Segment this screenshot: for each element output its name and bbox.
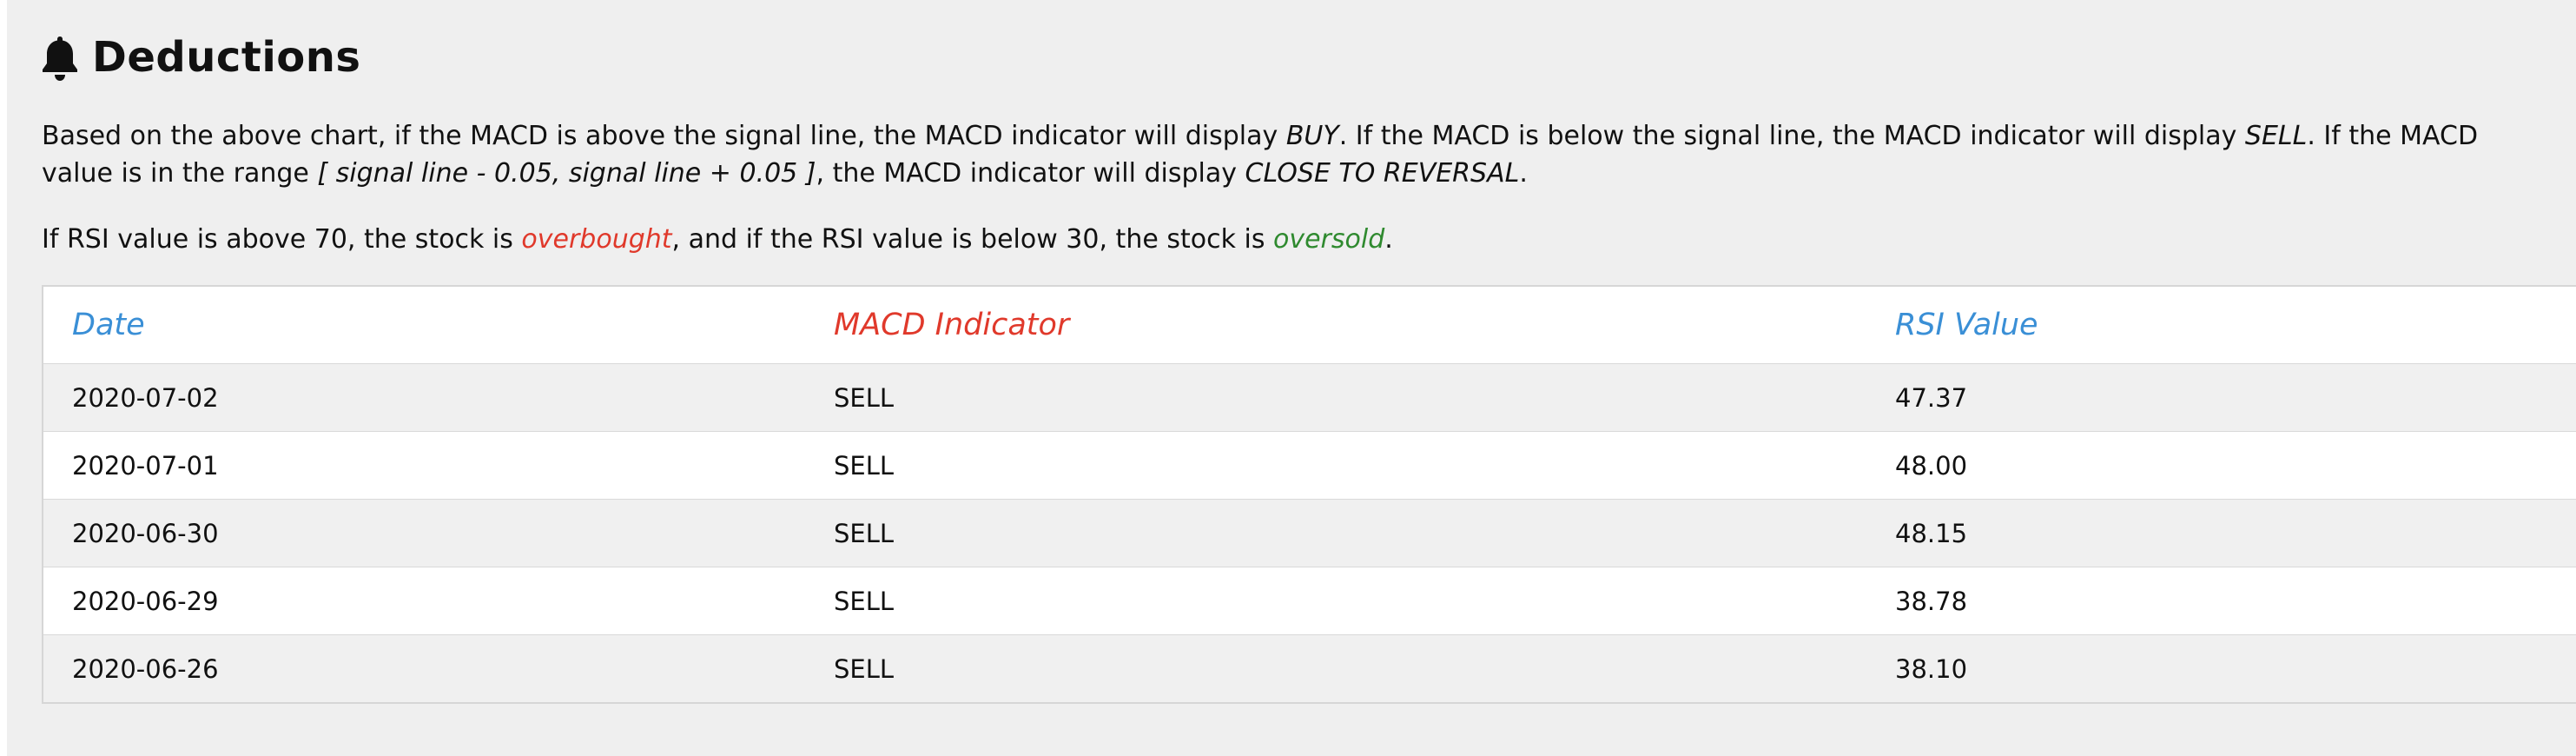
table-header-row: Date MACD Indicator RSI Value — [43, 287, 2576, 363]
header-date: Date — [72, 308, 145, 342]
section-title: Deductions — [92, 33, 361, 82]
rsi-explanation: If RSI value is above 70, the stock is o… — [42, 221, 2543, 258]
cell-macd: SELL — [834, 586, 895, 616]
cell-date: 2020-07-02 — [72, 382, 219, 413]
bell-icon — [40, 33, 80, 82]
buy-term: BUY — [1285, 121, 1339, 151]
table-row: 2020-06-29 SELL 38.78 — [43, 567, 2576, 634]
section-heading: Deductions — [40, 30, 361, 85]
rsi-text-3: . — [1384, 224, 1393, 255]
macd-text-2: . If the MACD is below the signal line, … — [1338, 121, 2245, 151]
rsi-text-1: If RSI value is above 70, the stock is — [42, 224, 522, 255]
macd-text-1: Based on the above chart, if the MACD is… — [42, 121, 1286, 151]
cell-macd: SELL — [834, 382, 895, 413]
table-row: 2020-06-26 SELL 38.10 — [43, 634, 2576, 702]
cell-date: 2020-06-26 — [72, 653, 219, 684]
cell-macd: SELL — [834, 518, 895, 548]
cell-macd: SELL — [834, 450, 895, 481]
cell-rsi: 48.15 — [1895, 518, 1968, 548]
cell-date: 2020-06-29 — [72, 586, 219, 616]
oversold-term: oversold — [1272, 224, 1385, 255]
macd-explanation: Based on the above chart, if the MACD is… — [42, 117, 2543, 192]
cell-rsi: 48.00 — [1895, 450, 1968, 481]
macd-text-5: . — [1519, 158, 1528, 189]
table-row: 2020-07-02 SELL 47.37 — [43, 363, 2576, 431]
deductions-panel: Deductions Based on the above chart, if … — [7, 0, 2576, 756]
reversal-term: CLOSE TO REVERSAL — [1245, 158, 1520, 189]
range-term: [ signal line - 0.05, signal line + 0.05… — [317, 158, 816, 189]
table-row: 2020-06-30 SELL 48.15 — [43, 499, 2576, 567]
macd-text-4: , the MACD indicator will display — [816, 158, 1245, 189]
cell-macd: SELL — [834, 653, 895, 684]
cell-rsi: 38.78 — [1895, 586, 1968, 616]
header-macd-indicator: MACD Indicator — [834, 308, 1070, 342]
cell-date: 2020-07-01 — [72, 450, 219, 481]
overbought-term: overbought — [521, 224, 672, 255]
cell-rsi: 47.37 — [1895, 382, 1968, 413]
sell-term: SELL — [2244, 121, 2308, 151]
header-rsi-value: RSI Value — [1895, 308, 2038, 342]
cell-date: 2020-06-30 — [72, 518, 219, 548]
table-row: 2020-07-01 SELL 48.00 — [43, 431, 2576, 499]
indicator-table: Date MACD Indicator RSI Value 2020-07-02… — [42, 285, 2576, 704]
cell-rsi: 38.10 — [1895, 653, 1968, 684]
rsi-text-2: , and if the RSI value is below 30, the … — [671, 224, 1273, 255]
